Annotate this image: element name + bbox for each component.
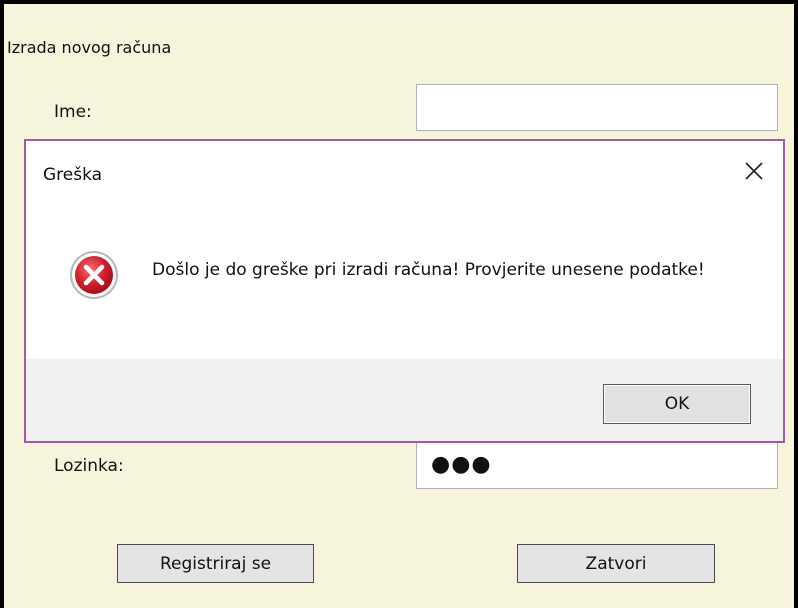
dialog-footer: OK <box>26 359 783 441</box>
name-input[interactable] <box>416 84 778 131</box>
dialog-close-button[interactable] <box>732 151 776 191</box>
close-form-button[interactable]: Zatvori <box>517 544 715 583</box>
password-label: Lozinka: <box>54 456 124 476</box>
error-dialog: Greška Došlo je do greške pri izradi rač… <box>24 139 785 443</box>
dialog-message: Došlo je do greške pri izradi računa! Pr… <box>152 260 705 280</box>
password-input[interactable]: ●●● <box>416 442 778 489</box>
name-label: Ime: <box>54 102 92 122</box>
ok-button[interactable]: OK <box>603 384 751 424</box>
dialog-title: Greška <box>43 165 103 185</box>
close-icon <box>745 162 763 180</box>
form-title: Izrada novog računa <box>7 38 172 57</box>
screen: Izrada novog računa Ime: Lozinka: ●●● Re… <box>0 0 798 608</box>
error-icon <box>68 249 120 301</box>
register-button[interactable]: Registriraj se <box>117 544 314 583</box>
password-mask: ●●● <box>431 452 492 477</box>
